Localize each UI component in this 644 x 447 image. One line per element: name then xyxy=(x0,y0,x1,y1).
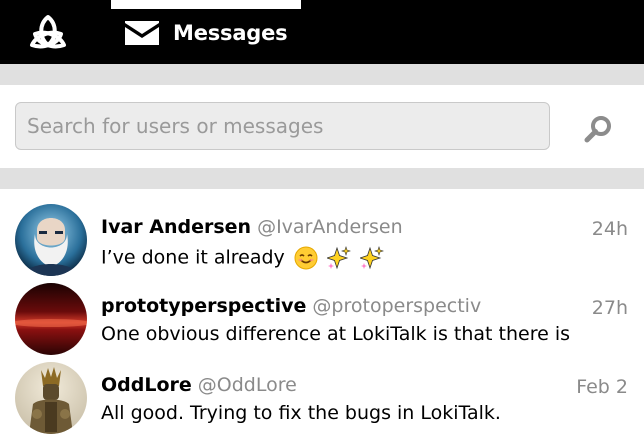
smiling-face-emoji-icon xyxy=(294,246,318,270)
message-preview: One obvious difference at LokiTalk is th… xyxy=(101,323,570,345)
conversation-row-ivar-andersen[interactable]: Ivar Andersen @IvarAndersen 24h I’ve done… xyxy=(0,200,644,278)
search-icon[interactable] xyxy=(582,113,614,145)
message-preview: I’ve done it already xyxy=(101,246,644,270)
conversation-row-prototyperspective[interactable]: prototyperspective @protoperspectiv 27h O… xyxy=(0,279,644,357)
conversation-header: prototyperspective @protoperspectiv xyxy=(101,295,571,321)
tab-messages[interactable]: Messages xyxy=(124,16,288,50)
sparkles-emoji-icon xyxy=(359,246,384,270)
list-divider xyxy=(0,168,644,189)
conversation-time: Feb 2 xyxy=(576,376,628,398)
search-input[interactable] xyxy=(15,102,550,150)
message-preview-text: I’ve done it already xyxy=(101,246,285,269)
conversation-time: 27h xyxy=(591,297,628,319)
avatar xyxy=(15,362,87,434)
search-bar xyxy=(0,85,644,168)
conversation-row-oddlore[interactable]: OddLore @OddLore Feb 2 All good. Trying t… xyxy=(0,358,644,436)
contact-handle: @protoperspectiv xyxy=(312,295,482,317)
contact-name: OddLore xyxy=(101,374,192,396)
tab-messages-label: Messages xyxy=(173,21,288,45)
conversation-header: Ivar Andersen @IvarAndersen xyxy=(101,216,571,242)
mail-icon xyxy=(125,21,159,45)
contact-name: prototyperspective xyxy=(101,295,307,317)
header-divider xyxy=(0,64,644,85)
conversation-header: OddLore @OddLore xyxy=(101,374,541,400)
contact-name: Ivar Andersen xyxy=(101,216,252,238)
contact-handle: @OddLore xyxy=(197,374,297,396)
top-bar: Messages xyxy=(0,0,644,64)
conversation-time: 24h xyxy=(591,218,628,240)
contact-handle: @IvarAndersen xyxy=(257,216,403,238)
avatar xyxy=(15,283,87,355)
avatar xyxy=(15,204,87,276)
sparkles-emoji-icon xyxy=(326,246,351,270)
message-preview: All good. Trying to fix the bugs in Loki… xyxy=(101,402,501,424)
loki-triquetra-logo-icon[interactable] xyxy=(28,14,68,50)
active-tab-indicator xyxy=(111,0,301,9)
